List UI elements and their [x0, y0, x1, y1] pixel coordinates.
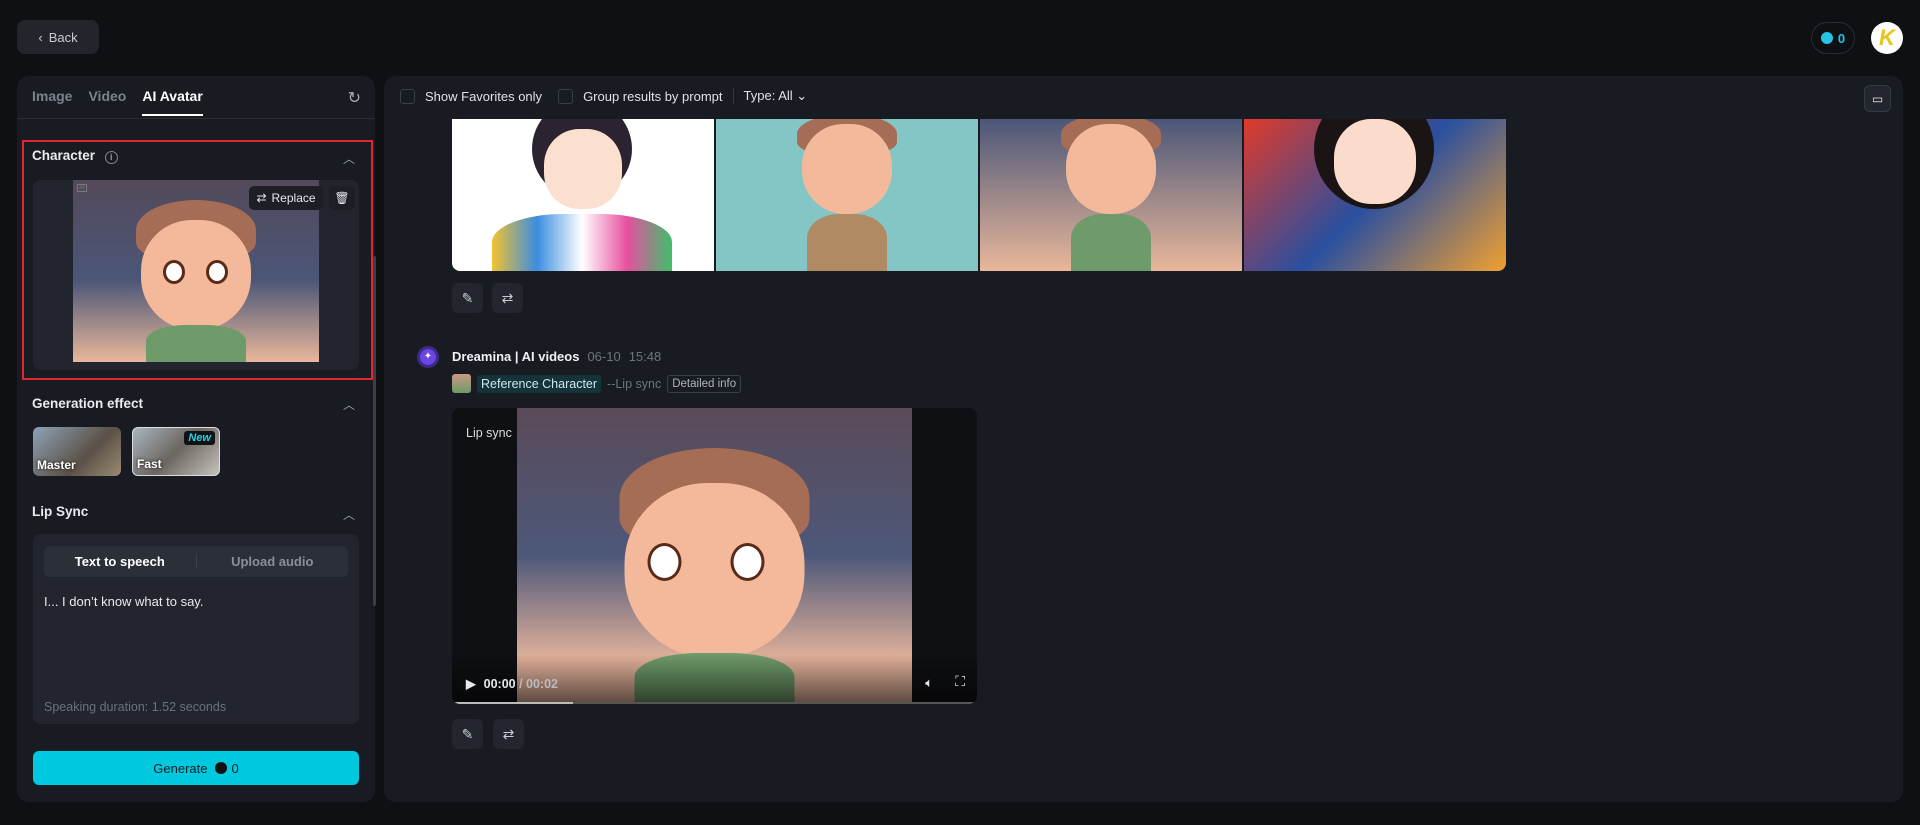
tab-video[interactable]: Video: [88, 88, 126, 116]
result-time: 15:48: [628, 349, 662, 364]
lip-sync-heading: Lip Sync: [32, 504, 89, 519]
scrollbar[interactable]: [373, 256, 376, 606]
left-panel: Image Video AI Avatar ↻ Character i ︿ AI…: [17, 76, 376, 802]
repeat-icon: ⇄: [501, 289, 514, 306]
chevron-up-icon[interactable]: ︿: [343, 150, 355, 167]
pencil-icon: ✎: [461, 725, 474, 742]
video-player[interactable]: Lip sync ▶ 00:00 / 00:02 🔈︎ ⛶: [452, 408, 977, 704]
regenerate-button[interactable]: ⇄: [492, 283, 523, 313]
reference-character-tag[interactable]: Reference Character: [477, 374, 602, 393]
folder-icon[interactable]: ▭: [1864, 85, 1891, 112]
info-icon[interactable]: i: [104, 151, 118, 164]
trash-icon: 🗑: [334, 191, 350, 205]
reset-icon[interactable]: ↻: [348, 88, 361, 108]
repeat-icon: ⇄: [502, 725, 515, 742]
tab-text-to-speech[interactable]: Text to speech: [44, 554, 197, 569]
result-date: 06-10: [587, 349, 621, 364]
result-image-3[interactable]: [980, 119, 1242, 271]
type-filter-dropdown[interactable]: Type: All ⌄: [744, 88, 808, 104]
divider: [17, 118, 375, 119]
fullscreen-icon[interactable]: ⛶: [955, 673, 965, 690]
chevron-up-icon[interactable]: ︿: [343, 506, 355, 523]
video-progress-bar[interactable]: [452, 702, 977, 704]
character-image-box[interactable]: AI ⇄ Replace 🗑: [33, 180, 359, 370]
back-button[interactable]: ‹ Back: [17, 20, 99, 54]
video-duration: 00:02: [526, 676, 559, 691]
generation-effect-heading: Generation effect: [32, 396, 144, 411]
effect-option-fast[interactable]: New Fast: [132, 427, 220, 476]
pencil-icon: ✎: [461, 289, 474, 306]
play-icon[interactable]: ▶: [466, 676, 476, 691]
chevron-down-icon: ⌄: [796, 88, 808, 103]
speaking-duration: Speaking duration: 1.52 seconds: [44, 700, 227, 714]
results-panel: Show Favorites only Group results by pro…: [384, 76, 1903, 802]
swap-icon: ⇄: [256, 191, 267, 205]
edit-button[interactable]: ✎: [452, 719, 483, 749]
group-by-prompt-checkbox[interactable]: [558, 88, 574, 104]
credit-icon: [215, 762, 228, 774]
credit-icon: [1820, 32, 1833, 44]
replace-button[interactable]: ⇄ Replace: [249, 186, 323, 210]
credits-badge[interactable]: 0: [1811, 22, 1855, 54]
character-heading: Character i: [32, 148, 118, 164]
tab-ai-avatar[interactable]: AI Avatar: [142, 88, 203, 116]
tab-image[interactable]: Image: [32, 88, 72, 116]
speech-text-input[interactable]: I... I don’t know what to say.: [44, 594, 348, 694]
generate-button[interactable]: Generate 0: [33, 751, 359, 785]
regenerate-button[interactable]: ⇄: [493, 719, 524, 749]
detailed-info-button[interactable]: Detailed info: [667, 374, 742, 393]
new-badge: New: [184, 431, 215, 445]
divider: [732, 88, 734, 104]
video-overlay-label: Lip sync: [466, 426, 512, 440]
chevron-up-icon[interactable]: ︿: [343, 396, 355, 413]
reference-thumbnail: [452, 374, 471, 393]
chevron-left-icon: ‹: [38, 29, 43, 45]
result-image-1[interactable]: [452, 119, 714, 271]
delete-button[interactable]: 🗑: [329, 186, 355, 210]
user-avatar[interactable]: K: [1871, 22, 1903, 54]
tab-upload-audio[interactable]: Upload audio: [197, 554, 349, 569]
effect-option-master[interactable]: Master: [33, 427, 121, 476]
result-image-4[interactable]: [1244, 119, 1506, 271]
edit-button[interactable]: ✎: [452, 283, 483, 313]
mode-label: --Lip sync: [607, 376, 662, 391]
dreamina-logo-icon: ✦: [417, 346, 439, 368]
show-favorites-checkbox[interactable]: [400, 88, 415, 104]
volume-icon[interactable]: 🔈︎: [925, 675, 933, 691]
result-image-2[interactable]: [716, 119, 978, 271]
result-author: Dreamina | AI videos: [452, 349, 580, 364]
current-time: 00:00: [483, 676, 516, 691]
lip-sync-box: Text to speech Upload audio I... I don’t…: [33, 534, 359, 724]
